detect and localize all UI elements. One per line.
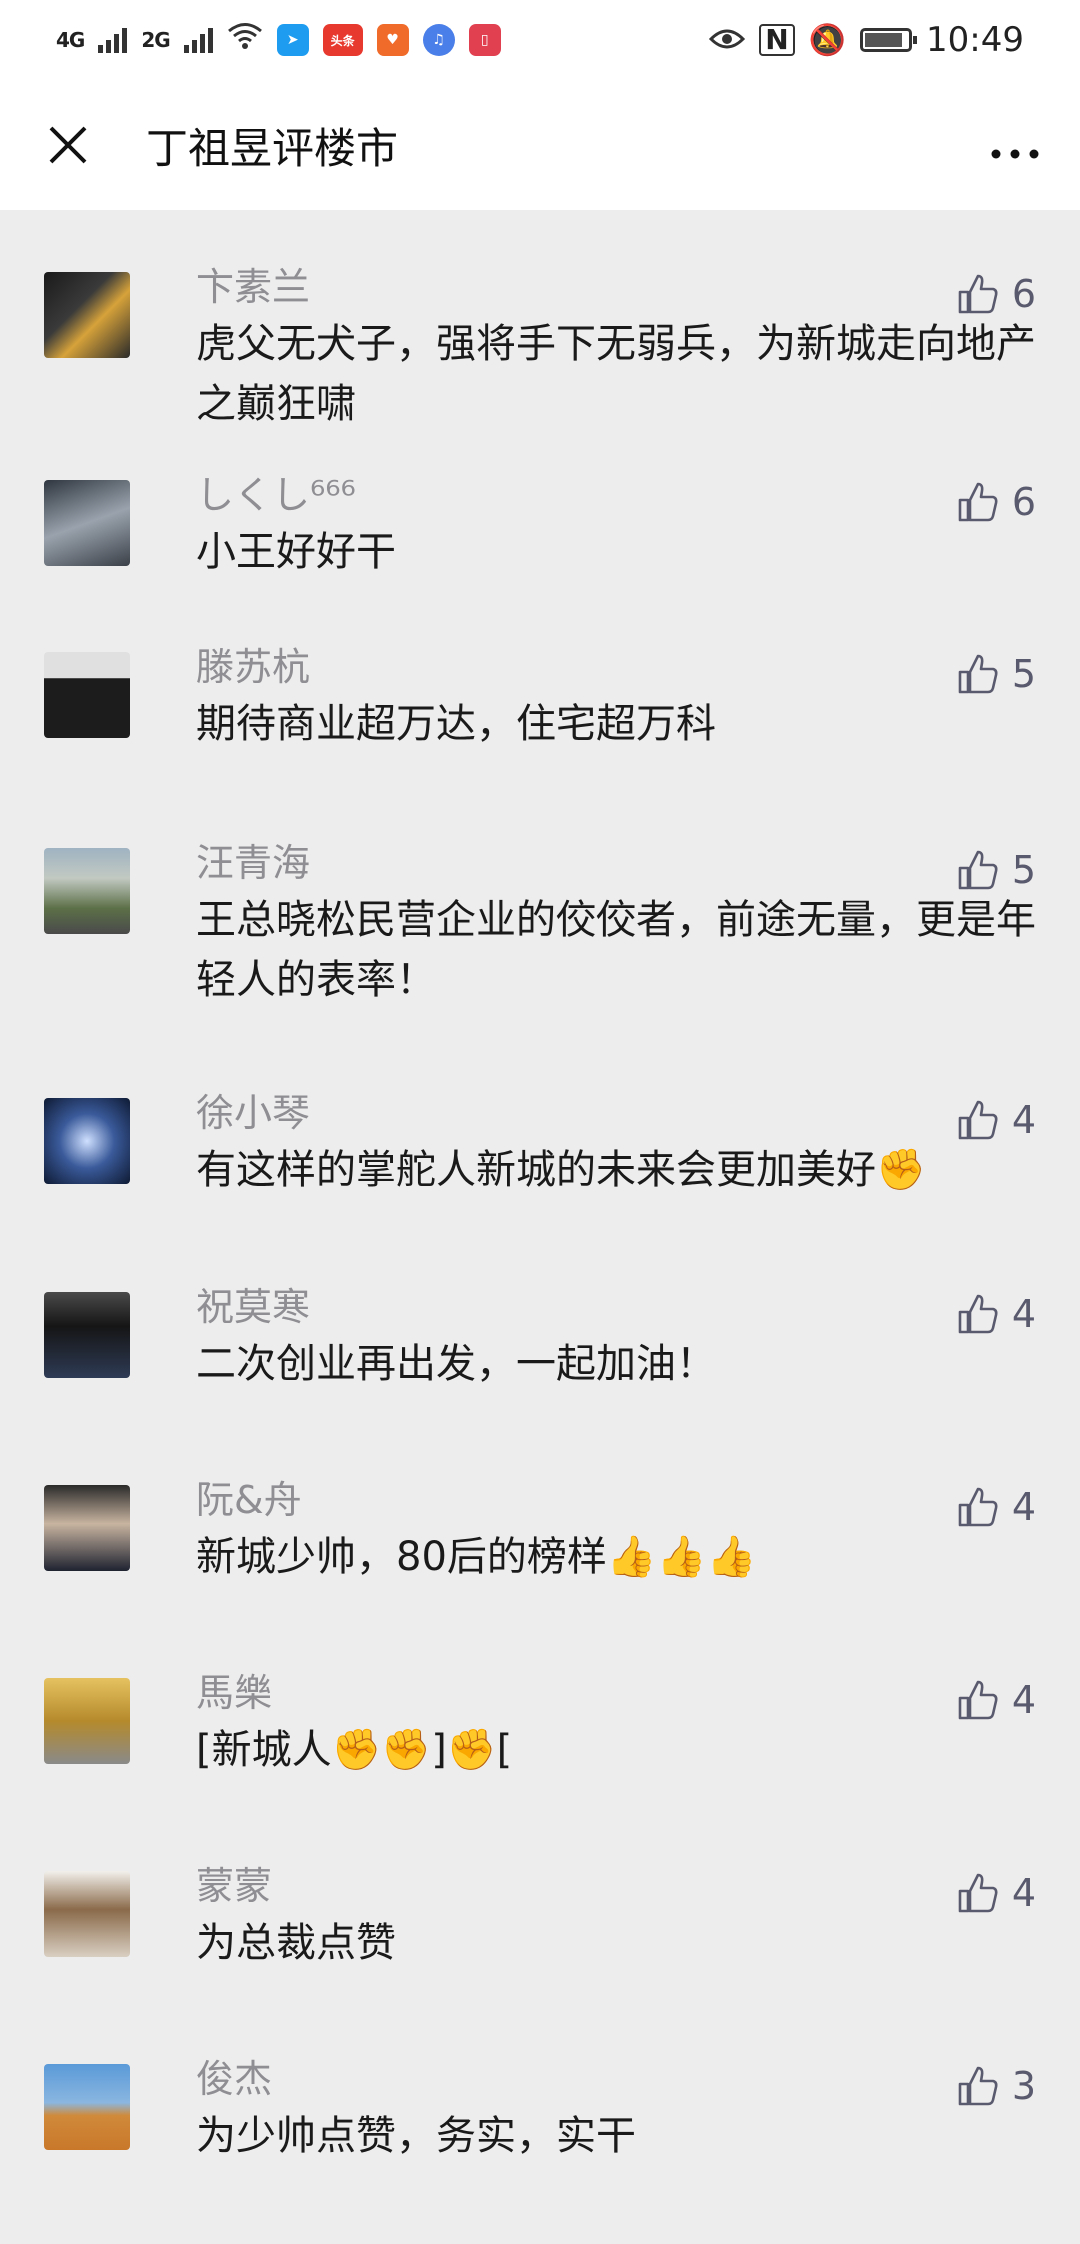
commenter-name: 徐小琴 (196, 1091, 311, 1135)
commenter-name: 蒙蒙 (196, 1864, 273, 1908)
status-bar: 4G 2G ➤ 头条 ♥ ♫ ▯ N 🔕 10:49 (0, 0, 1080, 80)
like-count: 6 (1011, 480, 1036, 524)
thumbs-up-icon (958, 482, 998, 522)
comment-text: 为总裁点赞 (196, 1920, 396, 1966)
like-button[interactable]: 4 (956, 1678, 1036, 1722)
comment-item: しくし⁶⁶⁶ 小王好好干 6 (0, 418, 1080, 590)
comment-item: 汪青海 王总晓松民营企业的佼佼者，前途无量，更是年轻人的表率！ 5 (0, 786, 1080, 1036)
avatar[interactable] (44, 480, 130, 566)
commenter-name: 滕苏杭 (196, 645, 311, 689)
more-button[interactable] (990, 120, 1040, 171)
like-count: 3 (1011, 2064, 1036, 2108)
thumbs-up-icon (958, 274, 998, 314)
comment-item: 蒙蒙 为总裁点赞 4 (0, 1809, 1080, 2002)
nfc-icon: N (759, 24, 795, 56)
app-notification-icon: ➤ (276, 24, 309, 56)
music-icon: ♫ (422, 24, 455, 56)
comment-item: 俊杰 为少帅点赞，务实，实干 3 (0, 2002, 1080, 2195)
more-icon (991, 149, 1039, 158)
avatar[interactable] (44, 2064, 130, 2150)
wifi-icon (227, 22, 263, 58)
commenter-name: 俊杰 (196, 2057, 273, 2101)
like-button[interactable]: 4 (956, 1098, 1036, 1142)
comment-list: 卞素兰 虎父无犬子，强将手下无弱兵，为新城走向地产之巅狂啸 6 しくし⁶⁶⁶ 小… (0, 210, 1080, 2195)
clock: 10:49 (926, 20, 1024, 60)
commenter-name: しくし⁶⁶⁶ (196, 473, 356, 517)
app-notification-icon: ♥ (376, 24, 409, 56)
like-count: 5 (1011, 848, 1036, 892)
avatar[interactable] (44, 848, 130, 934)
commenter-name: 祝莫寒 (196, 1285, 311, 1329)
comment-item: 徐小琴 有这样的掌舵人新城的未来会更加美好✊ 4 (0, 1036, 1080, 1230)
network-2g-label: 2G (141, 28, 170, 52)
comment-item: 馬樂 [新城人✊✊]✊[ 4 (0, 1616, 1080, 1809)
comment-text: [新城人✊✊]✊[ (196, 1727, 513, 1773)
avatar[interactable] (44, 1485, 130, 1571)
close-button[interactable] (40, 117, 96, 173)
network-4g-label: 4G (56, 28, 85, 52)
like-button[interactable]: 4 (956, 1871, 1036, 1915)
avatar[interactable] (44, 1098, 130, 1184)
avatar[interactable] (44, 272, 130, 358)
like-button[interactable]: 4 (956, 1292, 1036, 1336)
like-count: 4 (1011, 1292, 1036, 1336)
like-button[interactable]: 4 (956, 1485, 1036, 1529)
commenter-name: 阮&舟 (196, 1478, 302, 1522)
comment-item: 祝莫寒 二次创业再出发，一起加油！ 4 (0, 1230, 1080, 1423)
status-left: 4G 2G ➤ 头条 ♥ ♫ ▯ (56, 22, 501, 58)
like-button[interactable]: 5 (956, 848, 1036, 892)
signal-icon (98, 27, 128, 53)
comment-text: 有这样的掌舵人新城的未来会更加美好✊ (196, 1147, 926, 1193)
like-count: 4 (1011, 1485, 1036, 1529)
reader-icon: ▯ (468, 24, 501, 56)
toutiao-icon: 头条 (322, 24, 363, 56)
comment-text: 虎父无犬子，强将手下无弱兵，为新城走向地产之巅狂啸 (196, 321, 1036, 427)
commenter-name: 馬樂 (196, 1671, 273, 1715)
comment-text: 二次创业再出发，一起加油！ (196, 1341, 716, 1387)
signal-icon (183, 27, 213, 53)
comment-text: 新城少帅，80后的榜样👍👍👍 (196, 1534, 757, 1580)
thumbs-up-icon (958, 1487, 998, 1527)
comment-item: 滕苏杭 期待商业超万达，住宅超万科 5 (0, 590, 1080, 786)
like-count: 4 (1011, 1871, 1036, 1915)
comment-item: 卞素兰 虎父无犬子，强将手下无弱兵，为新城走向地产之巅狂啸 6 (0, 210, 1080, 427)
like-count: 6 (1011, 272, 1036, 316)
thumbs-up-icon (958, 1294, 998, 1334)
commenter-name: 汪青海 (196, 841, 311, 885)
eye-comfort-icon (709, 20, 746, 60)
thumbs-up-icon (958, 1100, 998, 1140)
page-title: 丁祖昱评楼市 (146, 123, 399, 173)
comment-text: 小王好好干 (196, 529, 396, 575)
avatar[interactable] (44, 1678, 130, 1764)
like-count: 4 (1011, 1678, 1036, 1722)
like-button[interactable]: 6 (956, 480, 1036, 524)
thumbs-up-icon (958, 1680, 998, 1720)
close-icon (49, 126, 87, 164)
page-header: 丁祖昱评楼市 (0, 80, 1080, 210)
mute-icon: 🔕 (808, 22, 847, 58)
status-right: N 🔕 10:49 (709, 20, 1024, 60)
comment-text: 王总晓松民营企业的佼佼者，前途无量，更是年轻人的表率！ (196, 897, 1036, 1003)
avatar[interactable] (44, 652, 130, 738)
thumbs-up-icon (958, 2066, 998, 2106)
like-button[interactable]: 5 (956, 652, 1036, 696)
like-button[interactable]: 6 (956, 272, 1036, 316)
like-button[interactable]: 3 (956, 2064, 1036, 2108)
commenter-name: 卞素兰 (196, 265, 311, 309)
like-count: 5 (1011, 652, 1036, 696)
thumbs-up-icon (958, 654, 998, 694)
comment-text: 期待商业超万达，住宅超万科 (196, 701, 716, 747)
avatar[interactable] (44, 1292, 130, 1378)
comment-item: 阮&舟 新城少帅，80后的榜样👍👍👍 4 (0, 1423, 1080, 1616)
battery-icon (860, 28, 918, 52)
thumbs-up-icon (958, 1873, 998, 1913)
like-count: 4 (1011, 1098, 1036, 1142)
avatar[interactable] (44, 1871, 130, 1957)
thumbs-up-icon (958, 850, 998, 890)
comment-text: 为少帅点赞，务实，实干 (196, 2113, 636, 2159)
